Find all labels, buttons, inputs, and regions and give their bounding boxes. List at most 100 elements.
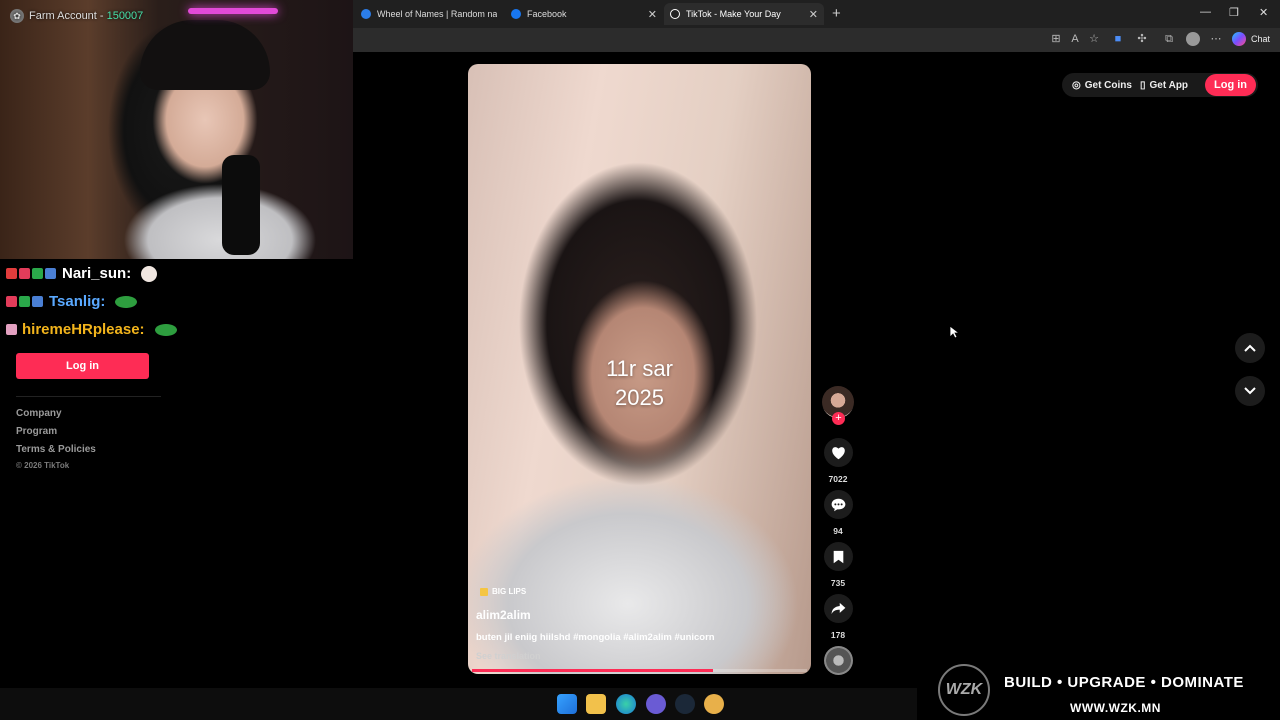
app-icon[interactable] xyxy=(704,694,724,714)
save-count: 735 xyxy=(830,578,846,588)
get-app-button[interactable]: ▯ Get App xyxy=(1140,73,1188,97)
copilot-icon xyxy=(1232,32,1246,46)
see-translation-link[interactable]: See translation xyxy=(476,651,541,661)
get-coins-button[interactable]: ◎ Get Coins xyxy=(1072,73,1132,97)
extension-icon[interactable]: ■ xyxy=(1112,33,1124,45)
close-window-icon[interactable]: ✕ xyxy=(1259,6,1268,19)
copilot-chat-button[interactable]: Chat xyxy=(1232,32,1270,46)
video-player[interactable]: 11r sar 2025 BIG LIPS alim2alim buten ji… xyxy=(468,64,811,674)
tab-tiktok[interactable]: TikTok - Make Your Day ✕ xyxy=(664,3,824,25)
chat-label: Chat xyxy=(1251,34,1271,44)
turtle-emote-icon xyxy=(115,295,138,308)
heart-badge-icon xyxy=(19,268,30,279)
footer-link-terms[interactable]: Terms & Policies xyxy=(16,444,96,455)
like-count: 7022 xyxy=(828,474,848,484)
share-arrow-icon xyxy=(831,602,846,615)
wzk-logo: WZK xyxy=(938,664,990,716)
effect-tag-label: BIG LIPS xyxy=(492,587,527,596)
account-name: Farm Account - xyxy=(29,10,104,22)
phone-icon: ▯ xyxy=(1140,79,1146,91)
footer-link-program[interactable]: Program xyxy=(16,426,57,437)
discord-icon[interactable] xyxy=(646,694,666,714)
sub-badge-icon xyxy=(19,296,30,307)
mouse-cursor-icon xyxy=(949,325,959,339)
divider xyxy=(16,396,161,397)
effect-icon xyxy=(480,587,488,596)
apps-icon[interactable]: ⊞ xyxy=(1050,33,1062,45)
effect-tag[interactable]: BIG LIPS xyxy=(480,587,526,596)
profile-icon[interactable] xyxy=(1186,32,1200,46)
streamer-hair xyxy=(140,20,270,90)
header-login-button[interactable]: Log in xyxy=(1205,74,1256,96)
video-progress-bar[interactable] xyxy=(472,669,807,672)
close-tab-icon[interactable]: ✕ xyxy=(648,8,657,21)
webcam-feed: ✿ Farm Account - 150007 xyxy=(0,0,353,259)
stream-chat-line: Nari_sun: xyxy=(6,265,158,282)
steam-icon[interactable] xyxy=(675,694,695,714)
music-disc-icon[interactable] xyxy=(824,646,853,675)
heart-icon xyxy=(832,446,845,459)
comment-button[interactable] xyxy=(824,490,853,519)
badge-icon xyxy=(6,268,17,279)
wzk-logo-text: WZK xyxy=(945,681,983,698)
tool-badge-icon xyxy=(32,296,43,307)
emote-icon xyxy=(141,265,158,282)
watermark-tagline: BUILD • UPGRADE • DOMINATE xyxy=(1004,674,1244,691)
chevron-down-icon xyxy=(1244,387,1256,395)
collections-icon[interactable]: ⧉ xyxy=(1163,33,1175,45)
chevron-up-icon xyxy=(1244,344,1256,352)
tab-facebook[interactable]: Facebook ✕ xyxy=(505,3,663,25)
tab-wheel-of-names[interactable]: Wheel of Names | Random name p xyxy=(355,3,503,25)
coin-icon: ◎ xyxy=(1072,79,1081,91)
get-coins-label: Get Coins xyxy=(1084,79,1132,91)
follow-plus-icon[interactable]: + xyxy=(832,412,845,425)
badge-icon xyxy=(6,324,17,335)
stream-chat-line: hiremeHRplease: xyxy=(6,321,177,338)
file-explorer-icon[interactable] xyxy=(586,694,606,714)
previous-video-button[interactable] xyxy=(1235,333,1265,363)
comment-count: 94 xyxy=(833,526,843,536)
favorite-star-icon[interactable]: ☆ xyxy=(1088,33,1100,45)
save-button[interactable] xyxy=(824,542,853,571)
more-menu-icon[interactable]: ⋯ xyxy=(1210,33,1222,45)
comment-icon xyxy=(831,498,846,511)
watermark-url: WWW.WZK.MN xyxy=(1070,701,1161,715)
heart-badge-icon xyxy=(6,296,17,307)
account-icon: ✿ xyxy=(10,9,24,23)
chat-username: hiremeHRplease: xyxy=(22,321,145,338)
close-tab-icon[interactable]: ✕ xyxy=(809,8,818,21)
tiktok-icon xyxy=(670,9,680,19)
bookmark-icon xyxy=(833,550,844,563)
tab-title: Facebook xyxy=(527,9,567,19)
video-author[interactable]: alim2alim xyxy=(476,608,531,622)
maximize-icon[interactable]: ❐ xyxy=(1229,6,1239,19)
read-aloud-icon[interactable]: A xyxy=(1069,33,1081,45)
tab-title: Wheel of Names | Random name p xyxy=(377,9,497,19)
footer-link-company[interactable]: Company xyxy=(16,408,62,419)
video-text-overlay-line2: 2025 xyxy=(615,385,664,410)
chat-username: Tsanlig: xyxy=(49,293,106,310)
new-tab-icon[interactable]: + xyxy=(832,5,841,22)
next-video-button[interactable] xyxy=(1235,376,1265,406)
puzzle-icon[interactable]: ✣ xyxy=(1136,33,1148,45)
tab-title: TikTok - Make Your Day xyxy=(686,9,781,19)
chat-username: Nari_sun: xyxy=(62,265,132,282)
get-app-label: Get App xyxy=(1149,79,1189,91)
like-button[interactable] xyxy=(824,438,853,467)
facebook-icon xyxy=(511,9,521,19)
video-progress-fill xyxy=(472,669,714,672)
sub-badge-icon xyxy=(32,268,43,279)
minimize-icon[interactable]: — xyxy=(1200,6,1211,18)
microphone xyxy=(222,155,260,255)
sidebar-login-button[interactable]: Log in xyxy=(16,353,149,379)
turtle-emote-icon xyxy=(154,323,177,336)
share-button[interactable] xyxy=(824,594,853,623)
share-count: 178 xyxy=(830,630,846,640)
video-caption: buten jil eniig hiilshd #mongolia #alim2… xyxy=(476,632,715,643)
edge-icon[interactable] xyxy=(616,694,636,714)
video-text-overlay-line1: 11r sar xyxy=(606,356,673,381)
stream-account-label: ✿ Farm Account - 150007 xyxy=(10,9,143,23)
windows-start-icon[interactable] xyxy=(557,694,577,714)
rgb-light xyxy=(188,8,278,14)
tool-badge-icon xyxy=(45,268,56,279)
